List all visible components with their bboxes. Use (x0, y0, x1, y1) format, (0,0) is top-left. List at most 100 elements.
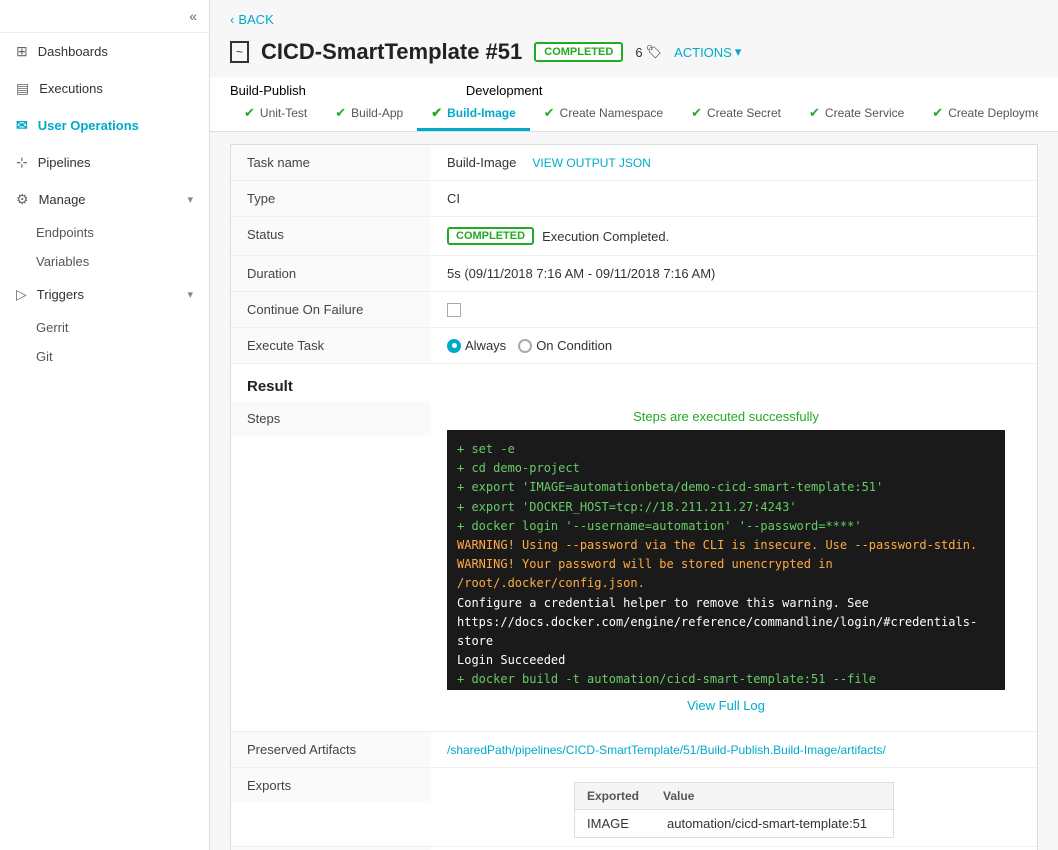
task-name-label: Task name (231, 145, 431, 180)
tab-create-secret[interactable]: ✔ Create Secret (677, 98, 795, 131)
sidebar-section-triggers[interactable]: ▷ Triggers ▾ (0, 276, 209, 313)
exports-col-exported: Exported (575, 783, 651, 809)
steps-value: Steps are executed successfully + set -e… (431, 401, 1037, 731)
sidebar-item-executions[interactable]: ▤ Executions (0, 70, 209, 107)
sidebar-manage-sub: Endpoints Variables (0, 218, 209, 276)
sidebar-item-gerrit[interactable]: Gerrit (36, 313, 209, 342)
tab-bar: Build-Publish Development ✔ Unit-Test ✔ … (210, 77, 1058, 132)
tag-count: 6 🏷 (635, 44, 662, 60)
type-value: CI (431, 181, 1037, 216)
actions-chevron-icon: ▾ (735, 44, 742, 60)
steps-label: Steps (231, 401, 431, 436)
back-button[interactable]: ‹ BACK (230, 12, 1038, 27)
sidebar-item-endpoints[interactable]: Endpoints (36, 218, 209, 247)
exports-row-0: IMAGE automation/cicd-smart-template:51 (575, 810, 893, 837)
radio-condition-icon (518, 339, 532, 353)
steps-row: Steps Steps are executed successfully + … (231, 401, 1037, 732)
create-namespace-check-icon: ✔ (544, 105, 555, 121)
export-key-0: IMAGE (575, 810, 655, 837)
execute-task-label: Execute Task (231, 328, 431, 363)
preserved-artifacts-row: Preserved Artifacts /sharedPath/pipeline… (231, 732, 1037, 768)
tab-create-namespace[interactable]: ✔ Create Namespace (530, 98, 677, 131)
actions-button[interactable]: ACTIONS ▾ (674, 44, 741, 60)
view-full-log-link[interactable]: View Full Log (671, 694, 781, 723)
pipelines-icon: ⊹ (16, 154, 28, 171)
page-status-badge: COMPLETED (534, 42, 623, 62)
status-description: Execution Completed. (542, 229, 669, 244)
main-content: ‹ BACK ~ CICD-SmartTemplate #51 COMPLETE… (210, 0, 1058, 850)
export-val-0: automation/cicd-smart-template:51 (655, 810, 893, 837)
sidebar-item-pipelines[interactable]: ⊹ Pipelines (0, 144, 209, 181)
execute-task-value: Always On Condition (431, 328, 1037, 363)
tab-create-namespace-label: Create Namespace (560, 106, 663, 120)
collapse-icon[interactable]: « (189, 8, 197, 24)
tag-icon: 🏷 (646, 44, 663, 60)
exports-table: Exported Value IMAGE automation/cicd-sma… (574, 782, 894, 838)
dashboards-icon: ⊞ (16, 43, 28, 60)
tab-create-service[interactable]: ✔ Create Service (795, 98, 918, 131)
type-label: Type (231, 181, 431, 216)
preserved-artifacts-label: Preserved Artifacts (231, 732, 431, 767)
result-section-header: Result (231, 364, 1037, 401)
main-area: ‹ BACK ~ CICD-SmartTemplate #51 COMPLETE… (210, 0, 1058, 850)
sidebar-label-dashboards: Dashboards (38, 44, 108, 59)
continue-on-failure-checkbox[interactable] (447, 303, 461, 317)
page-type-icon: ~ (230, 41, 249, 63)
tab-build-app[interactable]: ✔ Build-App (321, 98, 417, 131)
create-deployment-check-icon: ✔ (932, 105, 943, 121)
create-secret-check-icon: ✔ (691, 105, 702, 121)
tab-create-service-label: Create Service (825, 106, 904, 120)
tab-build-image[interactable]: ✔ Build-Image (417, 98, 530, 131)
triggers-icon: ▷ (16, 286, 27, 303)
radio-always-icon (447, 339, 461, 353)
sidebar-section-manage[interactable]: ⚙ Manage ▾ (0, 181, 209, 218)
manage-icon: ⚙ (16, 191, 29, 208)
radio-condition-label: On Condition (536, 338, 612, 353)
status-value: COMPLETED Execution Completed. (431, 217, 1037, 255)
exports-col-value: Value (651, 783, 706, 809)
type-row: Type CI (231, 181, 1037, 217)
radio-always-label: Always (465, 338, 506, 353)
sidebar-item-git[interactable]: Git (36, 342, 209, 371)
tab-group-labels: Build-Publish Development (230, 77, 1038, 98)
tab-unit-test-label: Unit-Test (260, 106, 307, 120)
tab-create-secret-label: Create Secret (707, 106, 781, 120)
sidebar-item-dashboards[interactable]: ⊞ Dashboards (0, 33, 209, 70)
radio-always[interactable]: Always (447, 338, 506, 353)
preserved-artifacts-value: /sharedPath/pipelines/CICD-SmartTemplate… (431, 732, 1037, 767)
tab-build-image-label: Build-Image (447, 106, 516, 120)
tab-group-label-build: Build-Publish (230, 83, 306, 98)
tab-create-deployment-label: Create Deployment (948, 106, 1038, 120)
manage-chevron-icon: ▾ (187, 193, 193, 206)
sidebar-label-executions: Executions (39, 81, 103, 96)
sidebar-collapse-btn[interactable]: « (0, 0, 209, 33)
tabs-row: ✔ Unit-Test ✔ Build-App ✔ Build-Image ✔ … (230, 98, 1038, 131)
radio-on-condition[interactable]: On Condition (518, 338, 612, 353)
view-json-link[interactable]: VIEW OUTPUT JSON (532, 156, 650, 170)
tab-create-deployment[interactable]: ✔ Create Deployment (918, 98, 1038, 131)
sidebar-label-manage: Manage (39, 192, 86, 207)
artifacts-path[interactable]: /sharedPath/pipelines/CICD-SmartTemplate… (447, 743, 886, 757)
sidebar-item-user-operations[interactable]: ✉ User Operations (0, 107, 209, 144)
back-label: BACK (238, 12, 273, 27)
status-row: Status COMPLETED Execution Completed. (231, 217, 1037, 256)
execute-task-radio-group: Always On Condition (447, 338, 612, 353)
continue-on-failure-label: Continue On Failure (231, 292, 431, 327)
tab-group-label-dev: Development (466, 83, 543, 98)
page-title: CICD-SmartTemplate #51 (261, 39, 522, 65)
triggers-chevron-icon: ▾ (187, 288, 193, 301)
status-label: Status (231, 217, 431, 255)
back-bar: ‹ BACK (210, 0, 1058, 35)
task-name-value: Build-Image VIEW OUTPUT JSON (431, 145, 1037, 180)
exports-value: Exported Value IMAGE automation/cicd-sma… (431, 768, 1037, 846)
steps-success-text: Steps are executed successfully (633, 409, 819, 430)
continue-on-failure-value (431, 292, 1037, 327)
exports-row: Exports Exported Value IMAGE automation/… (231, 768, 1037, 847)
console-output: + set -e+ cd demo-project+ export 'IMAGE… (447, 430, 1005, 690)
tab-unit-test[interactable]: ✔ Unit-Test (230, 98, 321, 131)
duration-value: 5s (09/11/2018 7:16 AM - 09/11/2018 7:16… (431, 256, 1037, 291)
task-name-row: Task name Build-Image VIEW OUTPUT JSON (231, 145, 1037, 181)
exports-label: Exports (231, 768, 431, 803)
sidebar-item-variables[interactable]: Variables (36, 247, 209, 276)
status-badge: COMPLETED (447, 227, 534, 245)
